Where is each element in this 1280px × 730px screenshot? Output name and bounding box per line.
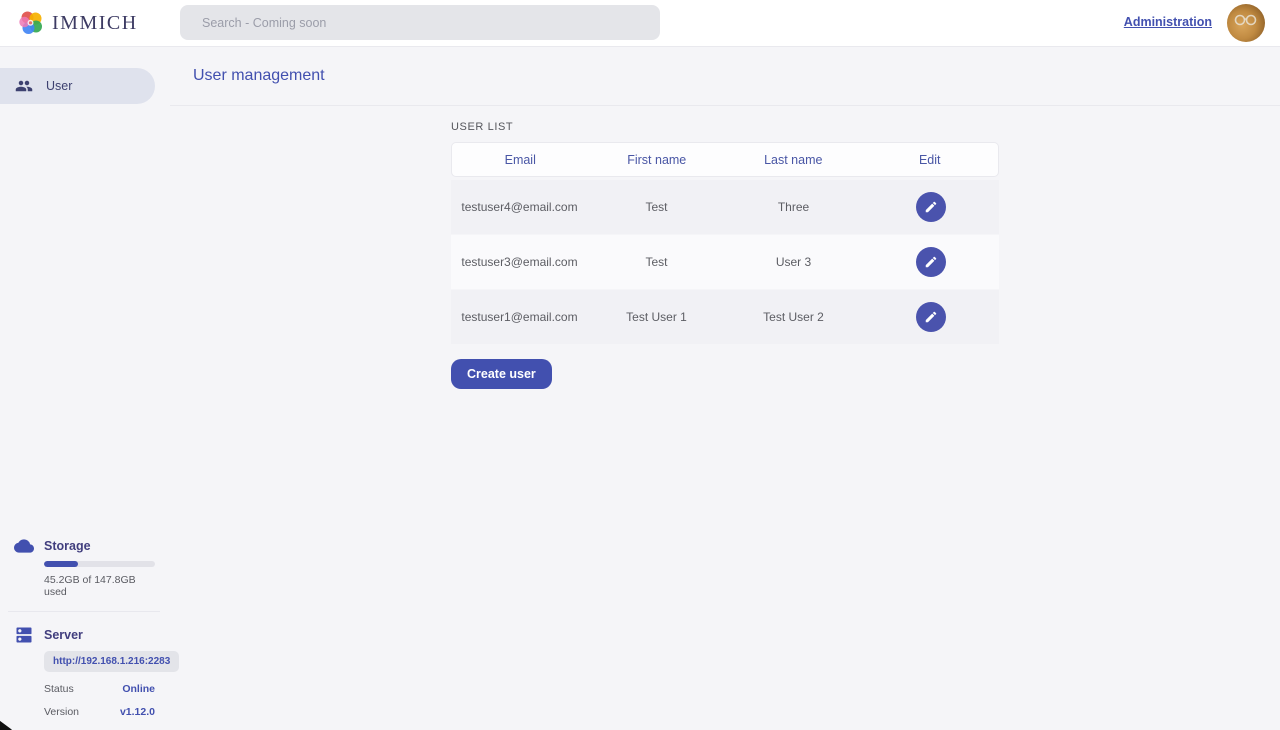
version-value: v1.12.0 bbox=[120, 706, 155, 718]
main-area: User management USER LIST Email First na… bbox=[170, 47, 1280, 730]
storage-progress-fill bbox=[44, 561, 78, 567]
app-logo[interactable]: IMMICH bbox=[0, 10, 162, 36]
pencil-icon bbox=[924, 255, 938, 269]
server-version-row: Version v1.12.0 bbox=[44, 706, 155, 718]
cell-last-name: Test User 2 bbox=[725, 310, 862, 324]
server-title: Server bbox=[44, 625, 155, 642]
cell-email: testuser4@email.com bbox=[451, 200, 588, 214]
pencil-icon bbox=[924, 200, 938, 214]
cell-email: testuser3@email.com bbox=[451, 255, 588, 269]
storage-section: Storage 45.2GB of 147.8GB used bbox=[0, 536, 170, 598]
sidebar-divider bbox=[8, 611, 160, 612]
user-table-body: testuser4@email.com Test Three testuser3… bbox=[451, 180, 999, 344]
edit-user-button[interactable] bbox=[916, 302, 946, 332]
column-header-first-name: First name bbox=[589, 153, 726, 167]
pencil-icon bbox=[924, 310, 938, 324]
user-list-panel: USER LIST Email First name Last name Edi… bbox=[451, 121, 999, 389]
people-icon bbox=[15, 77, 33, 95]
create-user-button[interactable]: Create user bbox=[451, 359, 552, 389]
storage-progress-bar bbox=[44, 561, 155, 567]
cell-first-name: Test bbox=[588, 255, 725, 269]
cloud-icon bbox=[14, 536, 34, 556]
search-bar[interactable] bbox=[180, 5, 660, 40]
app-title: IMMICH bbox=[52, 12, 138, 35]
status-value: Online bbox=[122, 683, 155, 695]
immich-flower-icon bbox=[18, 10, 44, 36]
cell-last-name: User 3 bbox=[725, 255, 862, 269]
page-header: User management bbox=[170, 47, 1280, 106]
table-row: testuser4@email.com Test Three bbox=[451, 180, 999, 234]
cell-last-name: Three bbox=[725, 200, 862, 214]
status-label: Status bbox=[44, 683, 74, 695]
server-status-row: Status Online bbox=[44, 683, 155, 695]
column-header-last-name: Last name bbox=[725, 153, 862, 167]
sidebar-footer: Storage 45.2GB of 147.8GB used Server ht… bbox=[0, 536, 170, 730]
storage-usage-text: 45.2GB of 147.8GB used bbox=[44, 574, 155, 598]
user-avatar[interactable] bbox=[1227, 4, 1265, 42]
storage-title: Storage bbox=[44, 536, 155, 553]
cell-first-name: Test bbox=[588, 200, 725, 214]
sidebar-item-label: User bbox=[46, 79, 72, 93]
top-bar: IMMICH Administration bbox=[0, 0, 1280, 47]
cell-first-name: Test User 1 bbox=[588, 310, 725, 324]
edit-user-button[interactable] bbox=[916, 247, 946, 277]
sidebar: User Storage 45.2GB of 147.8GB used Serv… bbox=[0, 47, 170, 730]
edit-user-button[interactable] bbox=[916, 192, 946, 222]
server-section: Server http://192.168.1.216:2283 Status … bbox=[0, 625, 170, 718]
glasses-icon bbox=[1233, 14, 1259, 26]
table-row: testuser1@email.com Test User 1 Test Use… bbox=[451, 290, 999, 344]
version-label: Version bbox=[44, 706, 79, 718]
dns-server-icon bbox=[14, 625, 34, 645]
search-input[interactable] bbox=[180, 5, 660, 40]
user-list-label: USER LIST bbox=[451, 121, 999, 133]
column-header-edit: Edit bbox=[862, 153, 999, 167]
table-row: testuser3@email.com Test User 3 bbox=[451, 235, 999, 289]
administration-link[interactable]: Administration bbox=[1124, 15, 1212, 29]
server-url-badge: http://192.168.1.216:2283 bbox=[44, 651, 179, 672]
page-title: User management bbox=[193, 67, 325, 85]
column-header-email: Email bbox=[452, 153, 589, 167]
sidebar-item-user[interactable]: User bbox=[0, 68, 155, 104]
cell-email: testuser1@email.com bbox=[451, 310, 588, 324]
table-header-row: Email First name Last name Edit bbox=[451, 142, 999, 177]
